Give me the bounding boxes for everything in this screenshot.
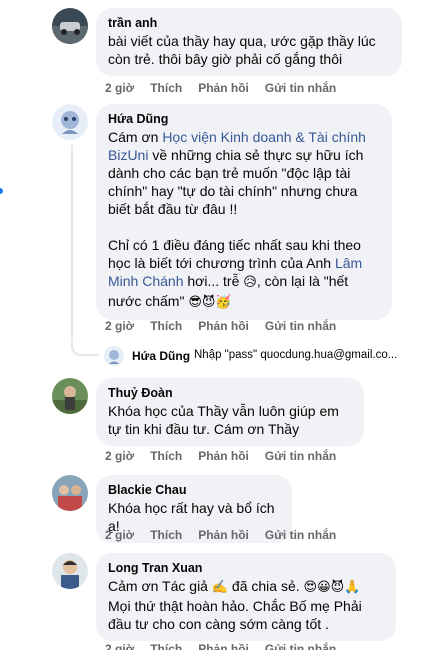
avatar-blackie-chau[interactable]: [52, 475, 88, 511]
reply-button[interactable]: Phản hồi: [198, 449, 249, 463]
text-segment: Cám ơn: [108, 129, 163, 145]
comment-bubble: Long Tran Xuan Cảm ơn Tác giả ✍️ đã chia…: [96, 553, 396, 641]
emoji-group-icon: 😎😈🥳: [188, 295, 232, 310]
comment-time[interactable]: 2 giờ: [105, 642, 134, 650]
comment-author[interactable]: Thuỷ Đoàn: [108, 385, 352, 401]
like-button[interactable]: Thích: [150, 642, 182, 650]
text-segment: đã chia sẻ.: [228, 578, 304, 594]
send-message-button[interactable]: Gửi tin nhắn: [265, 642, 336, 650]
comment-3: Thuỷ Đoàn Khóa học của Thầy vẫn luôn giú…: [52, 378, 420, 468]
emoji-group-icon: 😍😀😈🙏: [303, 580, 361, 595]
comment-2: Hứa Dũng Cám ơn Học viện Kinh doanh & Tà…: [52, 104, 420, 340]
reply-button[interactable]: Phản hồi: [198, 642, 249, 650]
comment-text: Cảm ơn Tác giả ✍️ đã chia sẻ. 😍😀😈🙏 Mọi t…: [108, 577, 384, 633]
comment-author[interactable]: Long Tran Xuan: [108, 560, 384, 576]
comment-text: Cám ơn Học viện Kinh doanh & Tài chính B…: [108, 128, 380, 218]
like-button[interactable]: Thích: [150, 449, 182, 463]
text-segment: Cảm ơn Tác giả: [108, 578, 212, 594]
reply-author[interactable]: Hứa Dũng: [132, 349, 190, 363]
like-button[interactable]: Thích: [150, 319, 182, 333]
comment-actions: 2 giờ Thích Phản hồi Gửi tin nhắn: [105, 449, 352, 463]
avatar-tran-anh[interactable]: [52, 8, 88, 44]
like-button[interactable]: Thích: [150, 81, 182, 95]
comment-author[interactable]: Hứa Dũng: [108, 111, 380, 127]
avatar-thuy-doan[interactable]: [52, 378, 88, 414]
comment-5: Long Tran Xuan Cảm ơn Tác giả ✍️ đã chia…: [52, 553, 420, 650]
text-segment: Chỉ có 1 điều đáng tiếc nhất sau khi the…: [108, 237, 361, 271]
reply-text: Nhập "pass" quocdung.hua@gmail.co...: [194, 349, 398, 361]
comment-actions: 2 giờ Thích Phản hồi Gửi tin nhắn: [105, 319, 352, 333]
comment-actions: 2 giờ Thích Phản hồi Gửi tin nhắn: [105, 81, 352, 95]
comment-bubble: Thuỷ Đoàn Khóa học của Thầy vẫn luôn giú…: [96, 378, 364, 446]
writing-hand-emoji-icon: ✍️: [211, 580, 229, 595]
left-edge-indicator: [0, 0, 3, 650]
comment-bubble: Hứa Dũng Cám ơn Học viện Kinh doanh & Tà…: [96, 104, 392, 320]
reply-preview[interactable]: Hứa Dũng Nhập "pass" quocdung.hua@gmail.…: [104, 346, 424, 366]
comment-time[interactable]: 2 giờ: [105, 528, 134, 542]
scroll-dot: [0, 188, 3, 194]
avatar-reply-hua-dung: [104, 346, 124, 366]
avatar-long-tran-xuan[interactable]: [52, 553, 88, 589]
send-message-button[interactable]: Gửi tin nhắn: [265, 319, 336, 333]
like-button[interactable]: Thích: [150, 528, 182, 542]
comment-4: Blackie Chau Khóa học rất hay và bổ ích …: [52, 475, 420, 545]
sad-emoji-icon: 😥: [243, 275, 257, 290]
comment-time[interactable]: 2 giờ: [105, 81, 134, 95]
comment-text: bài viết của thầy hay qua, ước gặp thầy …: [108, 33, 376, 67]
comment-text-paragraph-2: Chỉ có 1 điều đáng tiếc nhất sau khi the…: [108, 236, 380, 312]
comment-1: trần anh bài viết của thầy hay qua, ước …: [52, 8, 420, 98]
comment-text: Khóa học của Thầy vẫn luôn giúp em tự ti…: [108, 403, 339, 437]
send-message-button[interactable]: Gửi tin nhắn: [265, 528, 336, 542]
text-segment: hơi... trễ: [183, 273, 244, 289]
comment-author[interactable]: trần anh: [108, 15, 390, 31]
reply-button[interactable]: Phản hồi: [198, 81, 249, 95]
comment-bubble: trần anh bài viết của thầy hay qua, ước …: [96, 8, 402, 76]
comment-author[interactable]: Blackie Chau: [108, 482, 280, 498]
comment-time[interactable]: 2 giờ: [105, 449, 134, 463]
comment-actions: 2 giờ Thích Phản hồi Gửi tin nhắn: [105, 528, 352, 542]
comment-actions: 2 giờ Thích Phản hồi Gửi tin nhắn: [105, 642, 352, 650]
thread-connector: [71, 342, 99, 356]
comment-time[interactable]: 2 giờ: [105, 319, 134, 333]
reply-button[interactable]: Phản hồi: [198, 528, 249, 542]
text-segment: Mọi thứ thật hoàn hảo. Chắc Bố mẹ Phải đ…: [108, 598, 362, 632]
send-message-button[interactable]: Gửi tin nhắn: [265, 81, 336, 95]
avatar-hua-dung[interactable]: [52, 104, 88, 140]
send-message-button[interactable]: Gửi tin nhắn: [265, 449, 336, 463]
reply-button[interactable]: Phản hồi: [198, 319, 249, 333]
